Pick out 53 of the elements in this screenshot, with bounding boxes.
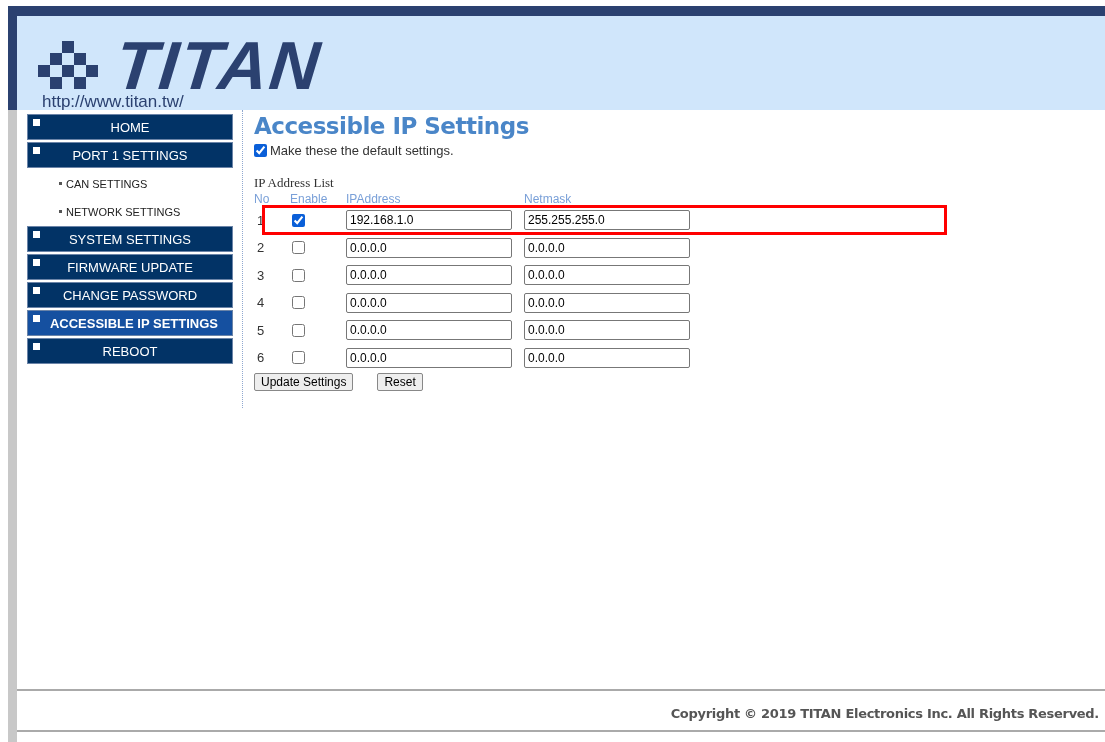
form-button[interactable]: Reset (377, 372, 423, 391)
column-header: No (254, 191, 270, 206)
row-number: 3 (257, 267, 265, 283)
netmask-field[interactable]: 255.255.255.0 (524, 210, 690, 231)
enable-checkbox[interactable] (292, 323, 305, 337)
square-bullet-icon (59, 210, 62, 213)
enable-checkbox[interactable] (292, 296, 305, 310)
square-bullet-icon (59, 182, 62, 185)
ip-address-field[interactable]: 0.0.0.0 (346, 347, 512, 368)
row-number: 2 (257, 240, 265, 256)
square-icon (33, 315, 40, 322)
list-title: IP Address List (254, 174, 335, 191)
checkbox-label: Make these the default settings. (270, 142, 454, 158)
ip-address-field[interactable]: 0.0.0.0 (346, 320, 512, 341)
row-number: 6 (257, 350, 265, 366)
square-icon (33, 119, 40, 126)
row-number: 4 (257, 295, 265, 311)
ip-address-field[interactable]: 0.0.0.0 (346, 265, 512, 286)
submenu-link[interactable]: NETWORK SETTINGS (66, 206, 181, 218)
menu-button[interactable]: CHANGE PASSWORD (27, 282, 233, 308)
ip-address-field[interactable]: 0.0.0.0 (346, 237, 512, 258)
netmask-field[interactable]: 0.0.0.0 (524, 320, 690, 341)
square-icon (33, 259, 40, 266)
menu-button[interactable]: ACCESSIBLE IP SETTINGS (27, 310, 233, 336)
column-header: IPAddress (346, 191, 401, 206)
square-icon (33, 343, 40, 350)
checker-diamond-icon (38, 41, 98, 89)
ip-address-field[interactable]: 192.168.1.0 (346, 210, 512, 231)
form-button[interactable]: Update Settings (254, 372, 354, 391)
square-icon (33, 287, 40, 294)
netmask-field[interactable]: 0.0.0.0 (524, 237, 690, 258)
menu-button[interactable]: PORT 1 SETTINGS (27, 142, 233, 168)
enable-checkbox[interactable] (292, 213, 305, 227)
column-header: Enable (290, 191, 328, 206)
page-title: Accessible IP Settings (254, 113, 530, 141)
netmask-field[interactable]: 0.0.0.0 (524, 292, 690, 313)
copyright-text: Copyright © 2019 TITAN Electronics Inc. All Rights Reserved. (670, 706, 1099, 721)
enable-checkbox[interactable] (292, 268, 305, 282)
menu-button[interactable]: REBOOT (27, 338, 233, 364)
menu-button[interactable]: SYSTEM SETTINGS (27, 226, 233, 252)
netmask-field[interactable]: 0.0.0.0 (524, 265, 690, 286)
square-icon (33, 147, 40, 154)
submenu-link[interactable]: CAN SETTINGS (66, 178, 148, 190)
ip-address-field[interactable]: 0.0.0.0 (346, 292, 512, 313)
menu-button[interactable]: FIRMWARE UPDATE (27, 254, 233, 280)
row-number: 5 (257, 322, 265, 338)
enable-checkbox[interactable] (292, 241, 305, 255)
enable-checkbox[interactable] (292, 351, 305, 365)
netmask-field[interactable]: 0.0.0.0 (524, 347, 690, 368)
menu-button[interactable]: HOME (27, 114, 233, 140)
column-header: Netmask (524, 191, 572, 206)
default-checkbox[interactable] (254, 143, 267, 157)
square-icon (33, 231, 40, 238)
